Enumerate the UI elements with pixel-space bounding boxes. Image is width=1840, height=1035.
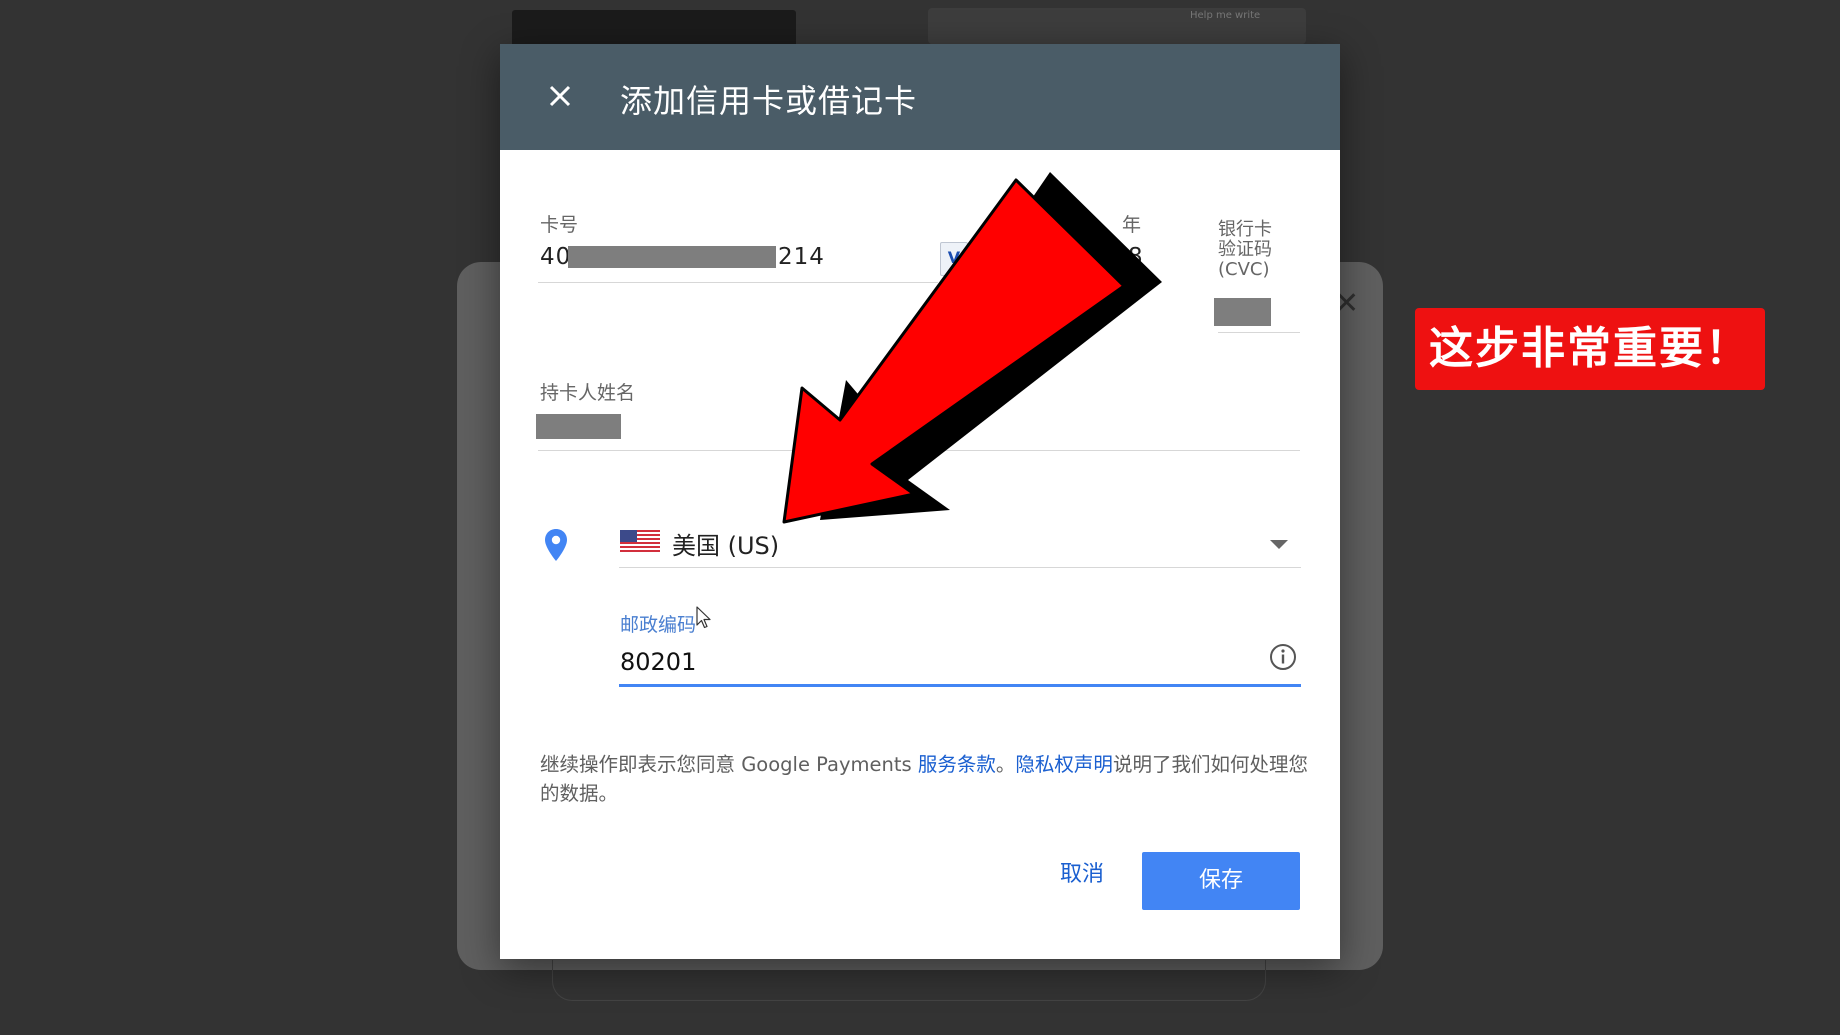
country-underline (619, 567, 1301, 568)
dialog-title: 添加信用卡或借记卡 (620, 82, 918, 120)
zip-input[interactable] (620, 642, 1260, 682)
location-pin-icon (545, 529, 567, 561)
card-brand-icon: V (940, 242, 968, 276)
cvc-underline (1218, 332, 1300, 333)
legal-text-before: 继续操作即表示您同意 Google Payments (540, 753, 918, 776)
cardholder-label: 持卡人姓名 (540, 382, 636, 404)
terms-of-service-link[interactable]: 服务条款 (918, 753, 996, 776)
us-flag-icon (620, 530, 660, 554)
card-number-suffix: 214 (778, 244, 825, 270)
save-button[interactable]: 保存 (1142, 852, 1300, 910)
cancel-button[interactable]: 取消 (1030, 852, 1134, 898)
legal-text: 继续操作即表示您同意 Google Payments 服务条款。隐私权声明说明了… (540, 750, 1310, 808)
card-number-redaction (568, 246, 776, 268)
background-panel-outline (552, 960, 1266, 1001)
important-step-callout: 这步非常重要！ (1415, 308, 1765, 390)
cvc-label: 银行卡 验证码 (CVC) (1218, 220, 1272, 280)
zip-underline-focused (619, 684, 1301, 687)
mouse-cursor-icon (696, 606, 711, 629)
year-field[interactable]: 8 (1128, 244, 1144, 270)
cardholder-field[interactable] (536, 414, 621, 439)
info-icon[interactable] (1268, 642, 1298, 672)
card-number-label: 卡号 (540, 214, 579, 236)
cvc-label-line2: 验证码 (1218, 239, 1272, 260)
year-label: 年 (1122, 214, 1142, 236)
cvc-field[interactable] (1214, 298, 1271, 326)
background-help-text: Help me write (1190, 10, 1261, 21)
dialog-header: 添加信用卡或借记卡 (500, 44, 1340, 150)
country-value: 美国 (US) (672, 532, 780, 560)
legal-separator: 。 (995, 753, 1016, 776)
cvc-label-line1: 银行卡 (1218, 219, 1272, 240)
cardholder-underline (538, 450, 1300, 451)
card-number-underline (538, 282, 938, 283)
dropdown-arrow-icon[interactable] (1270, 540, 1288, 550)
zip-label: 邮政编码 (620, 614, 697, 636)
add-card-dialog: 添加信用卡或借记卡 卡号 40 214 V 年 8 银行卡 验证码 (CVC) … (500, 44, 1340, 959)
card-number-prefix: 40 (540, 244, 572, 270)
cvc-label-line3: (CVC) (1218, 259, 1270, 280)
close-icon[interactable] (538, 74, 582, 118)
privacy-notice-link[interactable]: 隐私权声明 (1015, 753, 1113, 776)
